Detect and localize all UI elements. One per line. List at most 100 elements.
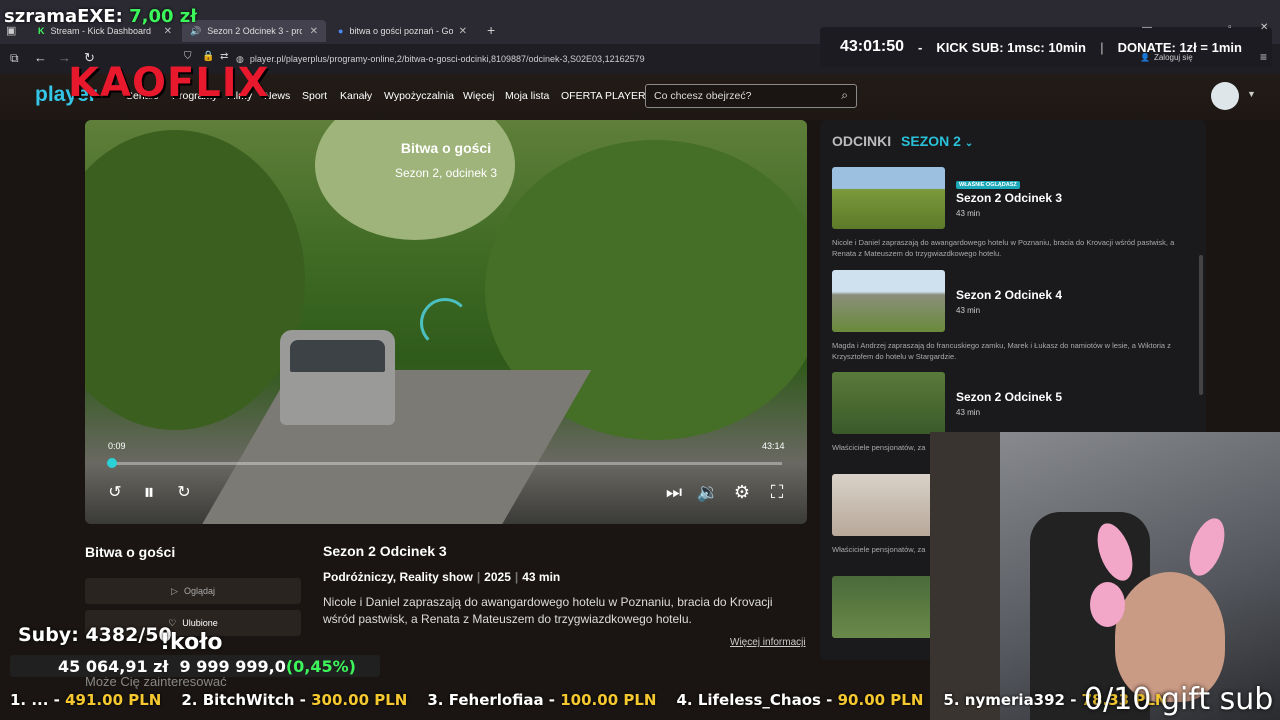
episode-item-title[interactable]: Sezon 2 Odcinek 4 — [956, 288, 1062, 302]
episode-thumbnail[interactable] — [832, 270, 945, 332]
progress-handle[interactable] — [107, 458, 118, 468]
webcam-bunny-ear — [1182, 513, 1232, 581]
video-player[interactable]: Bitwa o gości Sezon 2, odcinek 3 0:09 43… — [85, 120, 807, 524]
fullscreen-icon[interactable]: ⛶ — [765, 480, 789, 504]
close-window-icon[interactable]: ✕ — [1260, 22, 1268, 33]
episode-thumbnail[interactable] — [832, 167, 945, 229]
ticker-rank: 5. nymeria392 — [943, 691, 1065, 709]
player-subtitle: Sezon 2, odcinek 3 — [394, 166, 498, 180]
maximize-icon[interactable]: ▫ — [1228, 22, 1232, 33]
episodes-scrollbar[interactable] — [1199, 255, 1203, 395]
last-donor: szramaEXE: 7,00 zł — [4, 6, 197, 27]
video-frame-van — [280, 330, 395, 425]
back-icon[interactable]: ← — [34, 50, 47, 65]
ticker-item: 1. ... - 491.00 PLN — [10, 691, 162, 709]
ticker-rank: 4. Lifeless_Chaos — [676, 691, 821, 709]
donor-amount: 7,00 zł — [129, 6, 197, 27]
episode-item-title[interactable]: Sezon 2 Odcinek 5 — [956, 390, 1062, 404]
ticker-rank: 2. BitchWitch — [181, 691, 295, 709]
nav-wiecej[interactable]: Więcej — [463, 90, 495, 102]
minimize-icon[interactable]: — — [1142, 22, 1152, 33]
episode-item-title[interactable]: Sezon 2 Odcinek 3 — [956, 191, 1062, 205]
next-episode-icon[interactable]: ⏭ — [662, 480, 686, 504]
volume-icon[interactable]: 🔉 — [696, 480, 720, 504]
webcam-wall-photos — [930, 432, 1000, 720]
tab-google[interactable]: ● bitwa o gości poznań - Google ✕ — [330, 20, 475, 42]
kick-sub-rate: KICK SUB: 1msc: 10min — [936, 39, 1086, 55]
ticker-amount: 100.00 PLN — [560, 691, 657, 709]
close-icon[interactable]: ✕ — [310, 26, 318, 37]
season-select[interactable]: SEZON 2 ⌄ — [901, 133, 973, 149]
ticker-item: 2. BitchWitch - 300.00 PLN — [181, 691, 408, 709]
goal-current: 45 064,91 zł — [58, 656, 169, 676]
watch-label: Oglądaj — [183, 586, 215, 596]
forward-10-icon[interactable]: ↻ — [172, 480, 196, 504]
time-current: 0:09 — [108, 441, 126, 451]
nav-wypozyczalnia[interactable]: Wypożyczalnia — [384, 90, 454, 102]
year: 2025 — [484, 570, 511, 584]
loading-spinner — [420, 298, 470, 348]
separator: | — [1099, 39, 1104, 55]
episode-item-desc: Nicole i Daniel zapraszają do awangardow… — [832, 238, 1175, 258]
show-title: Bitwa o gości — [85, 544, 176, 560]
goal-target: 9 999 999,0 — [179, 656, 286, 676]
progress-bar[interactable] — [107, 458, 782, 468]
video-frame-sky — [315, 120, 515, 240]
close-icon[interactable]: ✕ — [459, 26, 467, 37]
episode-title: Sezon 2 Odcinek 3 — [323, 543, 447, 559]
speaker-icon: 🔊 — [190, 25, 202, 36]
user-icon: 👤 — [1140, 53, 1150, 62]
nav-moja-lista[interactable]: Moja lista — [505, 90, 549, 102]
new-tab-button[interactable]: + — [487, 22, 495, 38]
pause-icon[interactable]: ⏸ — [137, 479, 161, 504]
ticker-amount: 90.00 PLN — [837, 691, 924, 709]
episode-item-duration: 43 min — [956, 306, 981, 315]
rewind-10-icon[interactable]: ↺ — [103, 480, 127, 504]
now-watching-badge: WŁAŚNIE OGLĄDASZ — [956, 181, 1020, 189]
episode-thumbnail[interactable] — [832, 474, 945, 536]
episode-item-desc: Właściciele pensjonatów, za — [832, 443, 926, 452]
close-icon[interactable]: ✕ — [164, 26, 172, 37]
time-total: 43:14 — [762, 441, 785, 451]
tab-player[interactable]: 🔊 Sezon 2 Odcinek 3 - program ✕ — [182, 20, 326, 42]
kaoflix-overlay-logo: KAOFLIX — [68, 60, 270, 106]
wheel-command: !koło — [160, 630, 223, 655]
tab-label: bitwa o gości poznań - Google — [349, 26, 453, 36]
subs-counter: Suby: 4382/50 — [18, 624, 172, 646]
login-label: Zaloguj się — [1153, 53, 1193, 62]
login-button[interactable]: 👤 Zaloguj się — [1140, 53, 1193, 62]
tab-label: Stream - Kick Dashboard — [50, 26, 152, 36]
menu-icon[interactable]: ≡ — [1260, 50, 1267, 64]
chevron-down-icon[interactable]: ▼ — [1247, 89, 1256, 99]
more-info-link[interactable]: Więcej informacji — [730, 637, 806, 648]
nav-kanaly[interactable]: Kanały — [340, 90, 372, 102]
stream-timer-bar: 43:01:50 - KICK SUB: 1msc: 10min | DONAT… — [820, 27, 1272, 67]
tab-label: Sezon 2 Odcinek 3 - program — [207, 26, 303, 36]
separator: - — [918, 39, 923, 55]
url-field[interactable]: ◍ player.pl/playerplus/programy-online,2… — [236, 49, 816, 69]
ticker-amount: 491.00 PLN — [65, 691, 162, 709]
nav-oferta-player[interactable]: OFERTA PLAYER — [561, 90, 646, 102]
duration: 43 min — [522, 570, 561, 584]
stream-timer: 43:01:50 — [840, 38, 905, 55]
donation-goal: 45 064,91 zł 9 999 999,0 (0,45%) — [10, 655, 380, 677]
episode-item-duration: 43 min — [956, 209, 981, 218]
genres: Podróżniczy, Reality show — [323, 570, 473, 584]
avatar[interactable] — [1211, 82, 1239, 110]
play-icon: ▷ — [171, 585, 178, 596]
episode-thumbnail[interactable] — [832, 576, 945, 638]
episode-thumbnail[interactable] — [832, 372, 945, 434]
settings-icon[interactable]: ⚙ — [730, 480, 754, 504]
episode-item-desc: Właściciele pensjonatów, za — [832, 545, 926, 554]
episode-item-desc: Magda i Andrzej zapraszają do francuskie… — [832, 341, 1171, 361]
webcam-feed — [930, 432, 1280, 720]
search-input[interactable]: Co chcesz obejrzeć? ⌕ — [645, 84, 857, 108]
sidebar-icon[interactable]: ⧉ — [10, 51, 19, 66]
chevron-down-icon: ⌄ — [964, 138, 974, 149]
nav-sport[interactable]: Sport — [302, 90, 327, 102]
ticker-item: 4. Lifeless_Chaos - 90.00 PLN — [676, 691, 924, 709]
episode-meta: Podróżniczy, Reality show | 2025 | 43 min — [323, 570, 561, 584]
watch-button[interactable]: ▷ Oglądaj — [85, 578, 301, 604]
url-text: player.pl/playerplus/programy-online,2/b… — [249, 54, 645, 64]
ticker-item: 3. Feherlofiaa - 100.00 PLN — [427, 691, 657, 709]
